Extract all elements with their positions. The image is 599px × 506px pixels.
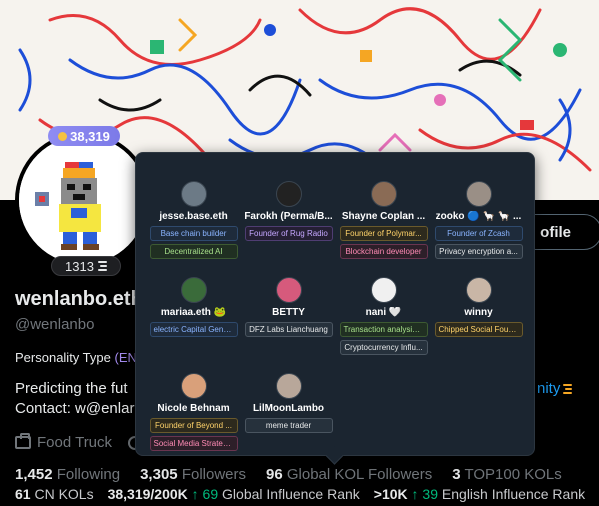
kol-avatar[interactable]: [275, 181, 302, 207]
edit-profile-label: ofile: [540, 223, 571, 241]
global-rank-label: Global Influence Rank: [222, 486, 360, 502]
kol-name[interactable]: Shayne Coplan ...: [342, 211, 425, 222]
kol-tag: Founder of Zcash: [434, 226, 523, 241]
bio-link-label: nity: [537, 380, 561, 397]
english-rank-delta: ↑ 39: [411, 486, 439, 502]
briefcase-icon: [15, 433, 31, 449]
personality-type[interactable]: Personality Type (ENT: [15, 350, 145, 365]
kol-tag: meme trader: [244, 418, 333, 433]
kol-avatar[interactable]: [465, 181, 492, 207]
cn-kol-count: 61: [15, 486, 31, 502]
pixel-dog-avatar-icon: [19, 136, 147, 264]
kol-tag: Base chain builder: [149, 226, 238, 241]
kol-tag: Cryptocurrency Influ...: [339, 340, 428, 355]
english-influence-stat[interactable]: >10K ↑ 39 English Influence Rank: [374, 486, 585, 502]
influence-score: 38,319/200K: [107, 486, 188, 502]
kol-tag: Privacy encryption a...: [434, 244, 523, 259]
kol-avatar[interactable]: [180, 277, 207, 303]
kol-count-badge[interactable]: 1313: [51, 256, 121, 276]
cn-kol-label: CN KOLs: [34, 486, 94, 502]
personality-label: Personality Type: [15, 350, 111, 365]
kol-avatar[interactable]: [180, 181, 207, 207]
kol-name[interactable]: mariaa.eth 🐸: [161, 307, 226, 318]
kol-followers-popover: jesse.base.eth Base chain builder Decentra…: [135, 152, 535, 456]
kol-tag: Chipped Social Foun...: [434, 322, 523, 337]
kol-avatar[interactable]: [465, 277, 492, 303]
kol-card[interactable]: jesse.base.eth Base chain builder Decentra…: [146, 181, 241, 277]
user-handle: @wenlanbo: [15, 316, 95, 333]
kol-card[interactable]: zooko 🔵 🦙 🦙 ... Founder of Zcash Privacy e…: [431, 181, 526, 277]
display-name: wenlanbo.eth: [15, 288, 143, 310]
kol-name[interactable]: zooko 🔵 🦙 🦙 ...: [436, 211, 522, 222]
kol-avatar[interactable]: [370, 277, 397, 303]
kol-name[interactable]: jesse.base.eth: [159, 211, 227, 222]
influence-score-badge[interactable]: 38,319: [48, 126, 120, 146]
profile-category: Food Truck: [15, 433, 113, 451]
kol-card[interactable]: nani 🤍 Transaction analysis ... Cryptocurr…: [336, 277, 431, 373]
stack-icon: [563, 383, 573, 394]
kol-avatar[interactable]: [275, 277, 302, 303]
kol-name[interactable]: Nicole Behnam: [157, 403, 229, 414]
kol-card[interactable]: mariaa.eth 🐸 electric Capital Gene...: [146, 277, 241, 373]
kol-name[interactable]: Farokh (Perma/B...: [244, 211, 332, 222]
kol-card[interactable]: BETTY DFZ Labs Lianchuang: [241, 277, 336, 373]
category-label: Food Truck: [37, 434, 113, 451]
kol-card[interactable]: Farokh (Perma/B... Founder of Rug Radio: [241, 181, 336, 277]
english-rank-label: English Influence Rank: [441, 486, 586, 502]
kol-grid: jesse.base.eth Base chain builder Decentra…: [146, 181, 526, 469]
kol-count-value: 1313: [65, 258, 94, 274]
kol-tag: Founder of Beyond ...: [149, 418, 238, 433]
kol-name[interactable]: nani 🤍: [366, 307, 402, 318]
following-stat[interactable]: 1,452 Following: [15, 466, 120, 483]
score-value: 38,319: [70, 128, 110, 144]
kol-tag: electric Capital Gene...: [149, 322, 238, 337]
bio-link[interactable]: nity: [537, 380, 573, 397]
kol-tag: DFZ Labs Lianchuang: [244, 322, 333, 337]
profile-avatar[interactable]: [15, 132, 151, 268]
kol-card[interactable]: Shayne Coplan ... Founder of Polymar... Bl…: [336, 181, 431, 277]
cn-kols-stat[interactable]: 61 CN KOLs: [15, 486, 94, 502]
global-rank-delta: ↑ 69: [191, 486, 219, 502]
kol-tag: Transaction analysis ...: [339, 322, 428, 337]
english-rank: >10K: [373, 486, 408, 502]
global-influence-stat[interactable]: 38,319/200K ↑ 69 Global Influence Rank: [108, 486, 360, 502]
influence-stats: 61 CN KOLs 38,319/200K ↑ 69 Global Influ…: [15, 486, 585, 502]
kol-name[interactable]: LilMoonLambo: [253, 403, 324, 414]
following-count: 1,452: [15, 466, 53, 483]
kol-tag: Blockchain developer: [339, 244, 428, 259]
coin-icon: [58, 131, 68, 141]
avatar-image: [19, 136, 147, 264]
kol-avatar[interactable]: [180, 373, 207, 399]
kol-tag: Decentralized AI: [149, 244, 238, 259]
following-label: Following: [56, 466, 121, 483]
kol-card[interactable]: LilMoonLambo meme trader: [241, 373, 336, 469]
kol-avatar[interactable]: [370, 181, 397, 207]
bio-line-1: Predicting the fut: [15, 380, 128, 397]
kol-tag: Social Media Strateg...: [149, 436, 238, 451]
kol-name[interactable]: winny: [464, 307, 492, 318]
kol-avatar[interactable]: [275, 373, 302, 399]
kol-tag: Founder of Polymar...: [339, 226, 428, 241]
kol-card[interactable]: Nicole Behnam Founder of Beyond ... Social…: [146, 373, 241, 469]
bio-line-2: Contact: w@enlar: [15, 400, 135, 417]
kol-name[interactable]: BETTY: [272, 307, 305, 318]
kol-card[interactable]: winny Chipped Social Foun...: [431, 277, 526, 373]
stack-icon: [97, 261, 107, 271]
kol-tag: Founder of Rug Radio: [244, 226, 333, 241]
